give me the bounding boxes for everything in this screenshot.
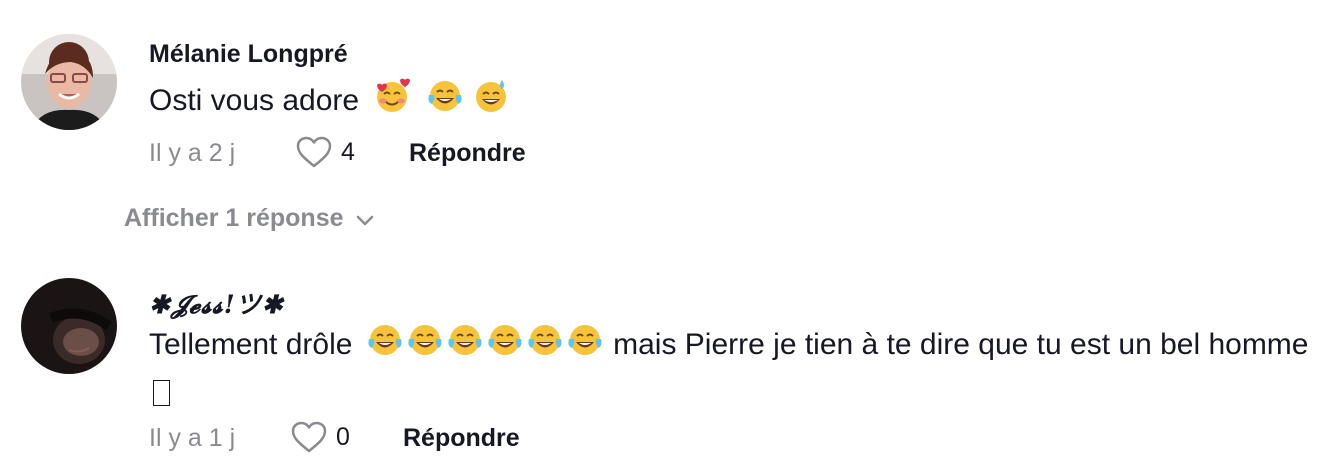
comment-text-content: Osti vous adore [149,84,360,117]
face-with-tears-of-joy-icon [365,321,405,371]
reply-button[interactable]: Répondre [403,424,520,453]
face-with-tears-of-joy-icon [445,321,485,371]
missing-glyph-icon [153,380,170,406]
comment-text: Osti vous adore [149,77,1309,127]
face-with-tears-of-joy-icon [525,321,565,371]
face-with-tears-of-joy-icon [405,321,445,371]
reply-button[interactable]: Répondre [409,139,526,168]
show-replies-label: Afficher 1 réponse [124,204,344,232]
emoji-group [365,325,613,361]
comment-text: Tellement drôle mais Pierre je tien à te… [149,321,1309,414]
comment-text-content: Tellement drôle [149,328,353,361]
heart-icon [291,421,327,453]
username[interactable]: ✱𝓙𝓮𝓼𝓼!ツ✱ [149,285,284,321]
grinning-face-with-sweat-icon [472,77,510,127]
timestamp: Il y a 2 j [149,139,236,167]
username[interactable]: Mélanie Longpré [149,40,348,69]
comment-text-continued: mais Pierre je tien à te dire que tu est… [613,328,1309,361]
smiling-face-with-hearts-icon [373,77,411,127]
avatar[interactable] [21,34,117,130]
like-count: 0 [336,422,350,451]
chevron-down-icon [356,215,373,225]
heart-icon [296,136,332,168]
avatar[interactable] [21,278,117,374]
face-with-tears-of-joy-icon [565,321,605,371]
like-button[interactable]: 0 [290,420,350,454]
like-count: 4 [341,137,355,166]
like-button[interactable]: 4 [295,135,355,169]
face-with-tears-of-joy-icon [426,77,464,127]
show-replies-button[interactable]: Afficher 1 réponse [124,204,374,233]
face-with-tears-of-joy-icon [485,321,525,371]
timestamp: Il y a 1 j [149,424,236,452]
